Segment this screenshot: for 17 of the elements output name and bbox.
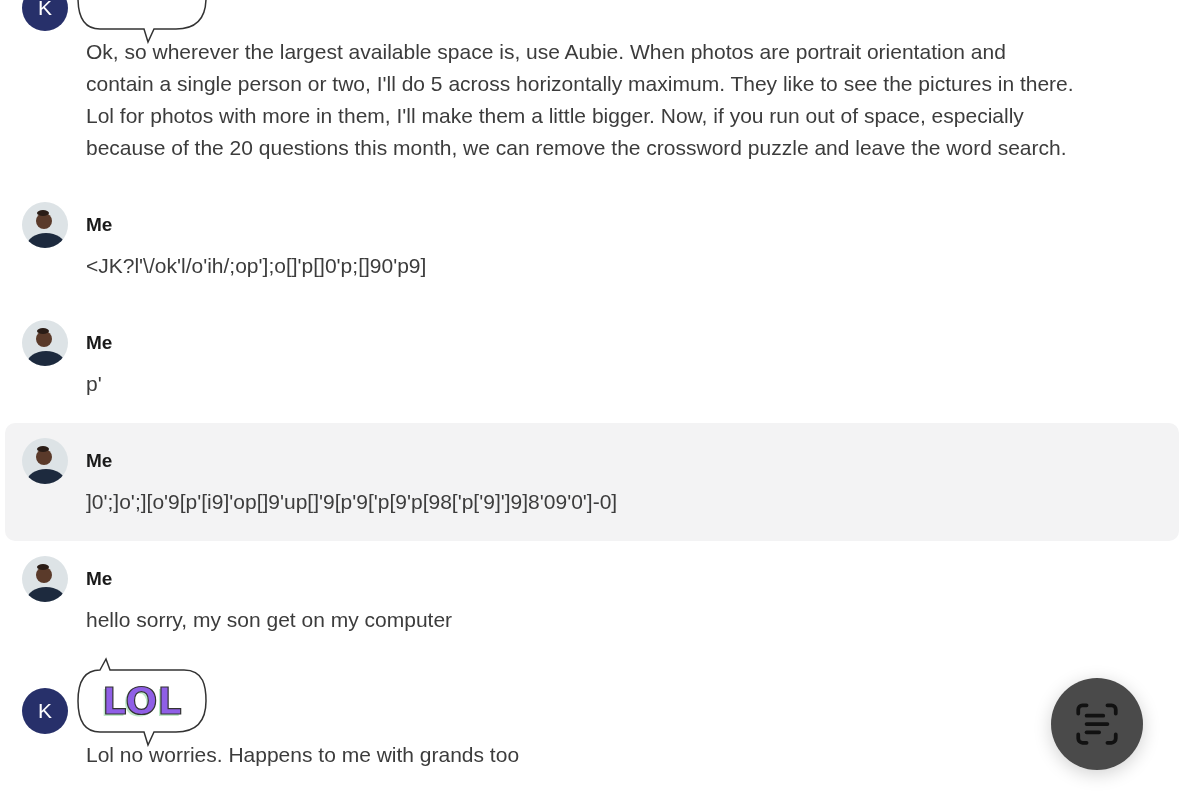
message-text: Lol no worries. Happens to me with grands too [86,742,521,768]
avatar [22,438,68,484]
message-text: Ok, so wherever the largest available space is, use Aubie. When photos are portrait orientation and contain a single person or two, I'll do 5 across horizontally maximum. They like to see the pictures in there. Lol for photos with more in them, I'll make them a little bigger. Now, if you run out of space, especially because of the 20 questions this month, we can remove the crossword puzzle and leave the word search. [86,39,1075,161]
message-text: <JK?l'\/ok'l/o'ih/;op'];o[]'p[]0'p;[]90'p9] [86,253,428,279]
avatar [22,556,68,602]
avatar: K [22,0,68,31]
sender-name: Me [86,450,113,472]
message-text: p' [86,371,103,397]
sender-name: Me [86,332,113,354]
sender-name: Me [86,568,113,590]
avatar [22,202,68,248]
sticker-text: LOL [102,687,182,716]
avatar [22,320,68,366]
avatar: K [22,688,68,734]
message-text: ]0';]o';][o'9[p'[i9]'op[]9'up[]'9[p'9['p[9'p[98['p['9]']9]8'09'0']-0] [86,489,619,515]
sender-name: Me [86,214,113,236]
message-text: hello sorry, my son get on my computer [86,607,454,633]
